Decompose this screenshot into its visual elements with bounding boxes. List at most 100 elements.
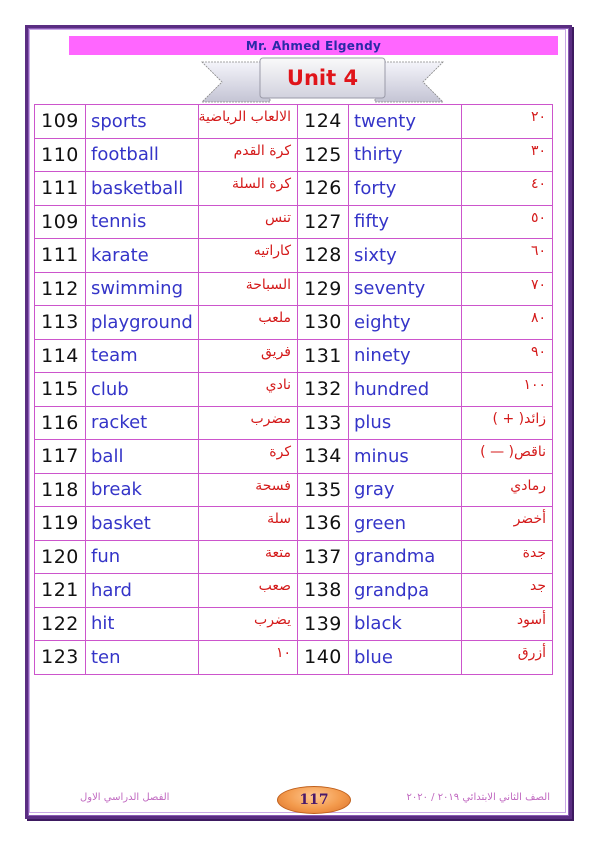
english-word: swimming <box>85 271 199 306</box>
table-row: 112 swimming السباحة 129 seventy ٧٠ <box>34 271 553 306</box>
arabic-meaning: فسحة <box>198 472 298 507</box>
arabic-meaning: فريق <box>198 338 298 373</box>
arabic-meaning: ٣٠ <box>461 137 553 172</box>
english-word: grandma <box>348 539 462 574</box>
arabic-meaning: ٤٠ <box>461 171 553 206</box>
footer-grade-year: الصف الثاني الابتدائي ٢٠١٩ / ٢٠٢٠ <box>406 792 550 803</box>
table-row: 111 basketball كرة السلة 126 forty ٤٠ <box>34 171 553 206</box>
english-word: basket <box>85 506 199 541</box>
author-name: Mr. Ahmed Elgendy <box>245 38 382 53</box>
word-number: 113 <box>34 305 86 340</box>
arabic-meaning: ٩٠ <box>461 338 553 373</box>
word-number: 119 <box>34 506 86 541</box>
english-word: twenty <box>348 104 462 139</box>
word-number: 111 <box>34 238 86 273</box>
word-number: 123 <box>34 640 86 675</box>
table-row: 116 racket مضرب 133 plus زائد( + ) <box>34 405 553 440</box>
table-row: 110 football كرة القدم 125 thirty ٣٠ <box>34 137 553 172</box>
arabic-meaning: يضرب <box>198 606 298 641</box>
arabic-meaning: أسود <box>461 606 553 641</box>
word-number: 138 <box>297 573 349 608</box>
table-row: 123 ten ١٠ 140 blue أزرق <box>34 640 553 675</box>
word-number: 109 <box>34 104 86 139</box>
english-word: hundred <box>348 372 462 407</box>
table-row: 119 basket سلة 136 green أخضر <box>34 506 553 541</box>
english-word: basketball <box>85 171 199 206</box>
english-word: thirty <box>348 137 462 172</box>
word-number: 137 <box>297 539 349 574</box>
arabic-meaning: ٨٠ <box>461 305 553 340</box>
english-word: football <box>85 137 199 172</box>
english-word: break <box>85 472 199 507</box>
table-row: 109 sports الالعاب الرياضية 124 twenty ٢٠ <box>34 104 553 139</box>
english-word: ninety <box>348 338 462 373</box>
arabic-meaning: زائد( + ) <box>461 405 553 440</box>
word-number: 131 <box>297 338 349 373</box>
english-word: sixty <box>348 238 462 273</box>
unit-title: Unit 4 <box>286 66 359 90</box>
english-word: plus <box>348 405 462 440</box>
table-row: 113 playground ملعب 130 eighty ٨٠ <box>34 305 553 340</box>
word-number: 110 <box>34 137 86 172</box>
arabic-meaning: كرة <box>198 439 298 474</box>
page-number-badge: 117 <box>277 786 351 814</box>
table-row: 120 fun متعة 137 grandma جدة <box>34 539 553 574</box>
arabic-meaning: صعب <box>198 573 298 608</box>
page-number: 117 <box>299 792 329 808</box>
word-number: 129 <box>297 271 349 306</box>
word-number: 116 <box>34 405 86 440</box>
arabic-meaning: أخضر <box>461 506 553 541</box>
table-row: 115 club نادي 132 hundred ١٠٠ <box>34 372 553 407</box>
arabic-meaning: ١٠٠ <box>461 372 553 407</box>
english-word: karate <box>85 238 199 273</box>
english-word: hard <box>85 573 199 608</box>
word-number: 140 <box>297 640 349 675</box>
arabic-meaning: أزرق <box>461 640 553 675</box>
arabic-meaning: رمادي <box>461 472 553 507</box>
arabic-meaning: تنس <box>198 204 298 239</box>
arabic-meaning: جد <box>461 573 553 608</box>
english-word: minus <box>348 439 462 474</box>
word-number: 121 <box>34 573 86 608</box>
english-word: ball <box>85 439 199 474</box>
arabic-meaning: ٧٠ <box>461 271 553 306</box>
arabic-meaning: الالعاب الرياضية <box>198 104 298 139</box>
arabic-meaning: السباحة <box>198 271 298 306</box>
vocabulary-table: 109 sports الالعاب الرياضية 124 twenty ٢٠ 110 f… <box>34 104 553 675</box>
english-word: eighty <box>348 305 462 340</box>
word-number: 111 <box>34 171 86 206</box>
word-number: 128 <box>297 238 349 273</box>
arabic-meaning: ناقص( — ) <box>461 439 553 474</box>
arabic-meaning: كرة القدم <box>198 137 298 172</box>
english-word: black <box>348 606 462 641</box>
word-number: 130 <box>297 305 349 340</box>
arabic-meaning: ملعب <box>198 305 298 340</box>
word-number: 120 <box>34 539 86 574</box>
english-word: forty <box>348 171 462 206</box>
word-number: 132 <box>297 372 349 407</box>
english-word: club <box>85 372 199 407</box>
arabic-meaning: جدة <box>461 539 553 574</box>
arabic-meaning: ١٠ <box>198 640 298 675</box>
table-row: 114 team فريق 131 ninety ٩٠ <box>34 338 553 373</box>
english-word: team <box>85 338 199 373</box>
arabic-meaning: متعة <box>198 539 298 574</box>
word-number: 126 <box>297 171 349 206</box>
word-number: 118 <box>34 472 86 507</box>
author-header-bar: Mr. Ahmed Elgendy <box>69 36 558 55</box>
arabic-meaning: كاراتيه <box>198 238 298 273</box>
word-number: 136 <box>297 506 349 541</box>
english-word: grandpa <box>348 573 462 608</box>
english-word: hit <box>85 606 199 641</box>
english-word: racket <box>85 405 199 440</box>
english-word: tennis <box>85 204 199 239</box>
word-number: 122 <box>34 606 86 641</box>
word-number: 139 <box>297 606 349 641</box>
word-number: 117 <box>34 439 86 474</box>
word-number: 135 <box>297 472 349 507</box>
word-number: 114 <box>34 338 86 373</box>
english-word: blue <box>348 640 462 675</box>
table-row: 111 karate كاراتيه 128 sixty ٦٠ <box>34 238 553 273</box>
word-number: 109 <box>34 204 86 239</box>
word-number: 124 <box>297 104 349 139</box>
